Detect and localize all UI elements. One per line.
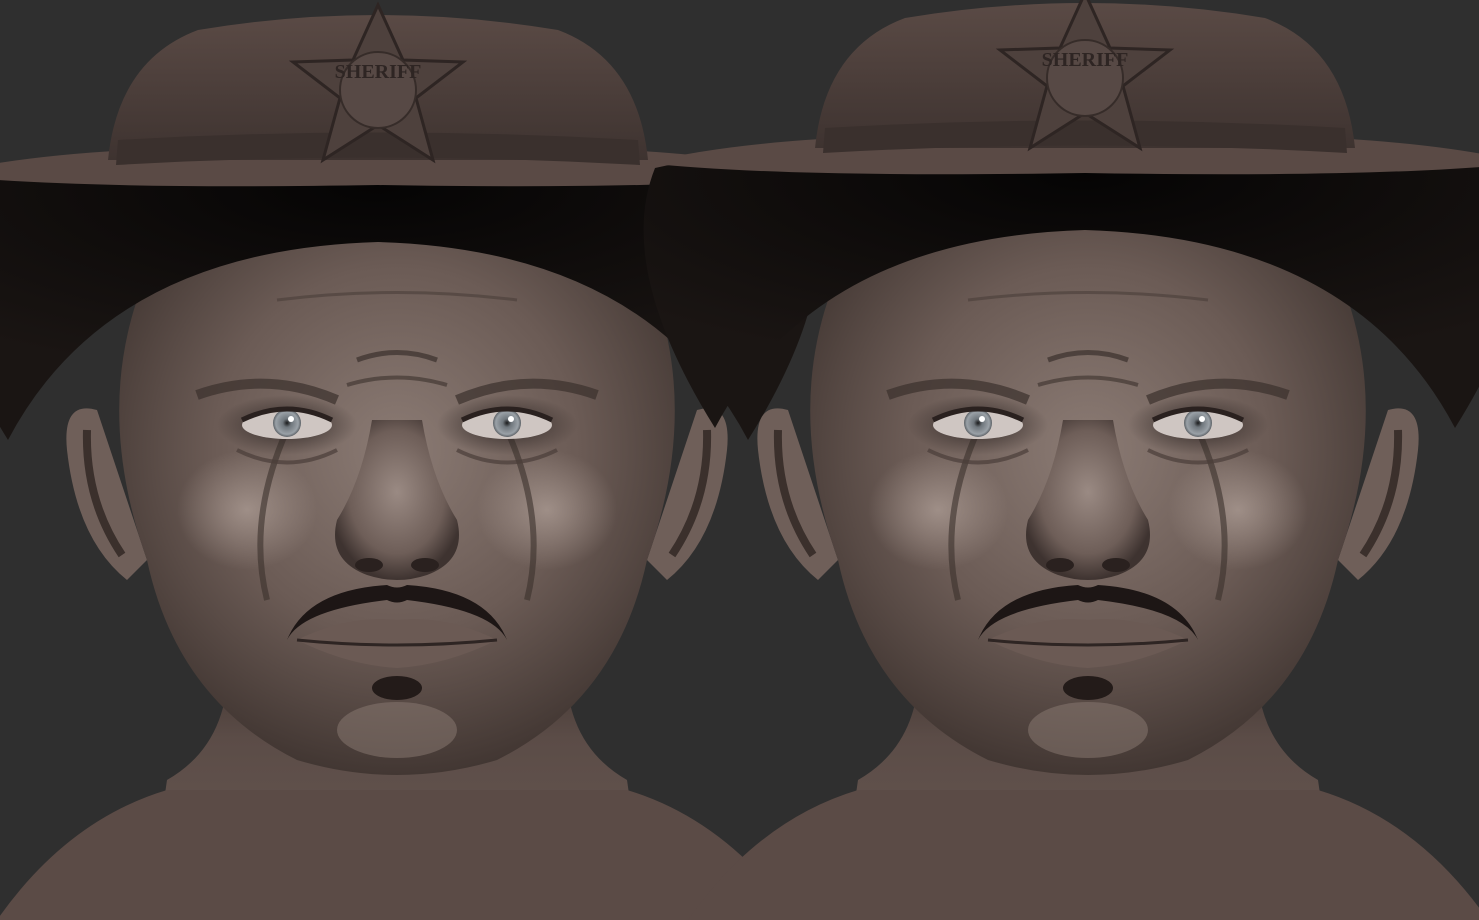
left-badge-text: SHERIFF	[335, 61, 422, 83]
right-badge-text: SHERIFF	[1042, 49, 1129, 71]
sculpt-render-canvas: SHERIFF SHERIFF	[0, 0, 1479, 920]
render-viewport: SHERIFF SHERIFF	[0, 0, 1479, 920]
